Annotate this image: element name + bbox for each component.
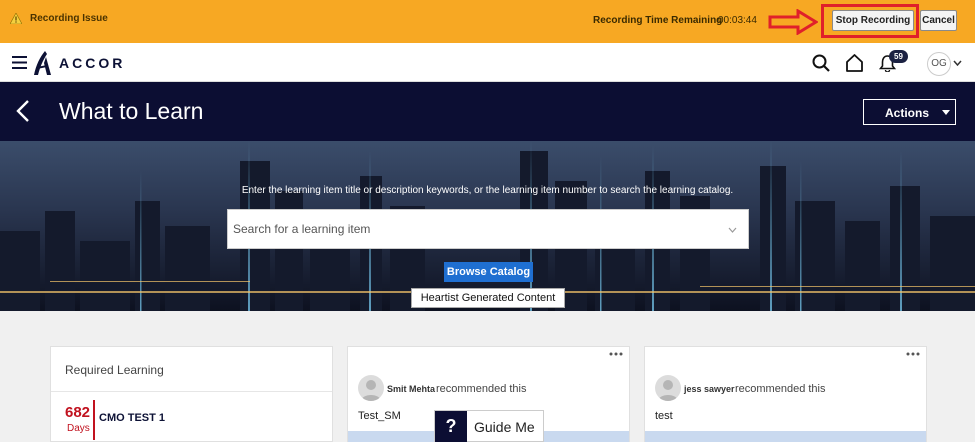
user-avatar <box>655 375 681 401</box>
recommendation-card: jess sawyer recommended this test <box>644 346 927 442</box>
recording-remaining-label: Recording Time Remaining <box>593 15 723 26</box>
learning-search-input[interactable] <box>228 210 718 248</box>
actions-dropdown-button[interactable]: Actions <box>863 99 956 125</box>
recommendation-text: recommended this <box>735 383 826 395</box>
browse-catalog-button[interactable]: Browse Catalog <box>444 262 533 282</box>
page-header: What to Learn Actions <box>0 82 975 141</box>
recommended-item-title[interactable]: test <box>655 410 673 422</box>
more-options-icon[interactable] <box>609 352 623 356</box>
user-avatar[interactable]: OG <box>927 52 951 76</box>
accor-logo-icon[interactable] <box>33 51 53 75</box>
page-title: What to Learn <box>59 98 204 124</box>
stop-recording-button[interactable]: Stop Recording <box>832 10 914 31</box>
required-learning-card: Required Learning 682 Days CMO TEST 1 <box>50 346 333 442</box>
search-icon[interactable] <box>812 54 830 72</box>
hamburger-icon[interactable] <box>12 56 27 69</box>
guide-me-label: Guide Me <box>474 419 535 435</box>
guide-me-button[interactable]: ? Guide Me <box>434 410 544 442</box>
hero-search-banner: Enter the learning item title or descrip… <box>0 141 975 311</box>
due-indicator-bar <box>93 400 95 440</box>
caret-down-icon <box>942 110 950 115</box>
days-remaining-value: 682 <box>65 404 91 421</box>
heartist-generated-content-tag[interactable]: Heartist Generated Content <box>411 288 565 308</box>
recording-issue[interactable]: Recording Issue <box>10 13 108 24</box>
person-icon <box>361 380 381 401</box>
help-icon: ? <box>435 411 467 442</box>
recommender-name[interactable]: Smit Mehta <box>387 384 435 394</box>
cancel-button[interactable]: Cancel <box>920 10 957 31</box>
recommended-item-title[interactable]: Test_SM <box>358 410 401 422</box>
days-remaining-label: Days <box>67 423 90 434</box>
search-box[interactable] <box>227 209 749 249</box>
chevron-down-icon[interactable] <box>728 227 737 233</box>
search-caption: Enter the learning item title or descrip… <box>241 185 734 196</box>
brand-name[interactable]: ACCOR <box>59 55 125 71</box>
warning-icon <box>10 13 22 24</box>
recording-bar: Recording Issue Recording Time Remaining… <box>0 0 975 43</box>
user-avatar <box>358 375 384 401</box>
chevron-down-icon[interactable] <box>953 60 962 66</box>
item-thumbnail[interactable] <box>645 431 926 442</box>
recording-remaining-time: 00:03:44 <box>718 15 757 26</box>
top-navigation: ACCOR 59 OG <box>0 43 975 82</box>
back-arrow-icon[interactable] <box>16 99 30 123</box>
notification-badge: 59 <box>889 50 908 63</box>
recording-issue-label: Recording Issue <box>30 13 108 24</box>
divider <box>51 391 332 392</box>
recommender-name[interactable]: jess sawyer <box>684 384 735 394</box>
required-learning-item[interactable]: CMO TEST 1 <box>99 412 165 424</box>
arrow-right-icon <box>768 9 818 35</box>
required-learning-title: Required Learning <box>65 363 164 377</box>
person-icon <box>658 380 678 401</box>
actions-label: Actions <box>885 106 930 120</box>
recommendation-text: recommended this <box>436 383 527 395</box>
more-options-icon[interactable] <box>906 352 920 356</box>
home-icon[interactable] <box>845 53 864 72</box>
